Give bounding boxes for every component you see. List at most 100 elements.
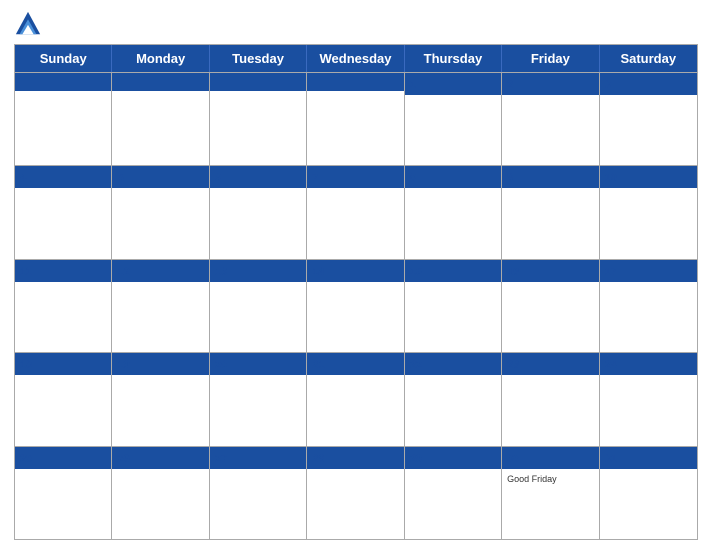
header-saturday: Saturday: [600, 45, 697, 72]
day-number: 20: [215, 359, 227, 371]
day-number-band: 17: [600, 260, 697, 282]
header-sunday: Sunday: [15, 45, 112, 72]
cell-body: [215, 94, 301, 162]
day-number: 21: [312, 359, 324, 371]
day-number-band: [210, 73, 306, 91]
table-row: 21: [307, 353, 404, 445]
cell-body: [117, 378, 203, 442]
day-number-band: 26: [112, 447, 208, 469]
header-tuesday: Tuesday: [210, 45, 307, 72]
logo: [14, 10, 46, 38]
table-row: 5: [112, 166, 209, 258]
day-number-band: 9: [502, 166, 598, 188]
table-row: 26: [112, 447, 209, 539]
day-number-band: [15, 73, 111, 91]
table-row: 30Good Friday: [502, 447, 599, 539]
cell-body: [312, 472, 398, 536]
table-row: 12: [112, 260, 209, 352]
day-number-band: 15: [405, 260, 501, 282]
week-row-2: 45678910: [15, 165, 697, 258]
table-row: 27: [210, 447, 307, 539]
table-row: 10: [600, 166, 697, 258]
day-number-band: [307, 73, 403, 91]
day-number-band: 8: [405, 166, 501, 188]
day-number: 27: [215, 453, 227, 465]
cell-body: [20, 472, 106, 536]
cell-body: [410, 472, 496, 536]
day-number-band: 29: [405, 447, 501, 469]
day-number-band: 2: [502, 73, 598, 95]
cell-body: [507, 285, 593, 349]
day-number: 18: [20, 359, 32, 371]
cell-body: [20, 94, 106, 162]
logo-icon: [14, 10, 42, 38]
cell-body: [117, 285, 203, 349]
cell-body: [215, 191, 301, 255]
cell-body: [410, 98, 496, 162]
cell-body: [117, 94, 203, 162]
day-number-band: 13: [210, 260, 306, 282]
day-number: 12: [117, 266, 129, 278]
day-number-band: 25: [15, 447, 111, 469]
table-row: 25: [15, 447, 112, 539]
day-number: 23: [507, 359, 519, 371]
table-row: [112, 73, 209, 165]
day-number-band: 19: [112, 353, 208, 375]
table-row: [15, 73, 112, 165]
day-number-band: 6: [210, 166, 306, 188]
table-row: 23: [502, 353, 599, 445]
cell-body: [20, 378, 106, 442]
table-row: [307, 73, 404, 165]
table-row: 3: [600, 73, 697, 165]
day-number: 5: [117, 172, 123, 184]
day-number: 15: [410, 266, 422, 278]
day-number: 1: [410, 79, 416, 91]
cell-body: [605, 285, 692, 349]
day-number: 31: [605, 453, 617, 465]
day-number-band: 14: [307, 260, 403, 282]
cell-body: [20, 191, 106, 255]
week-row-1: 1 23: [15, 72, 697, 165]
cell-body: [507, 98, 593, 162]
day-number: 4: [20, 172, 26, 184]
cell-body: [215, 378, 301, 442]
day-number-band: 1: [405, 73, 501, 95]
day-number-band: 24: [600, 353, 697, 375]
day-number: 22: [410, 359, 422, 371]
table-row: 28: [307, 447, 404, 539]
day-number-band: 27: [210, 447, 306, 469]
table-row: 19: [112, 353, 209, 445]
table-row: 2: [502, 73, 599, 165]
cell-body: [605, 472, 692, 536]
cell-body: [410, 378, 496, 442]
day-number-band: 10: [600, 166, 697, 188]
day-number-band: 4: [15, 166, 111, 188]
day-number: 9: [507, 172, 513, 184]
day-number: 28: [312, 453, 324, 465]
table-row: 20: [210, 353, 307, 445]
day-number: 7: [312, 172, 318, 184]
day-number: 16: [507, 266, 519, 278]
cell-body: [410, 285, 496, 349]
table-row: 7: [307, 166, 404, 258]
table-row: 17: [600, 260, 697, 352]
day-number: 25: [20, 453, 32, 465]
table-row: 14: [307, 260, 404, 352]
day-number-band: 23: [502, 353, 598, 375]
table-row: 8: [405, 166, 502, 258]
header: [14, 10, 698, 38]
day-number: 13: [215, 266, 227, 278]
day-number-band: 11: [15, 260, 111, 282]
day-number-band: [112, 73, 208, 91]
day-number: 3: [605, 79, 611, 91]
day-number-band: 5: [112, 166, 208, 188]
day-number: 26: [117, 453, 129, 465]
table-row: 29: [405, 447, 502, 539]
header-thursday: Thursday: [405, 45, 502, 72]
week-row-4: 18 19 20 21 22 23 24: [15, 352, 697, 445]
cell-body: [507, 378, 593, 442]
table-row: 16: [502, 260, 599, 352]
calendar: Sunday Monday Tuesday Wednesday Thursday…: [14, 44, 698, 540]
cell-body: [117, 191, 203, 255]
day-number-band: 20: [210, 353, 306, 375]
